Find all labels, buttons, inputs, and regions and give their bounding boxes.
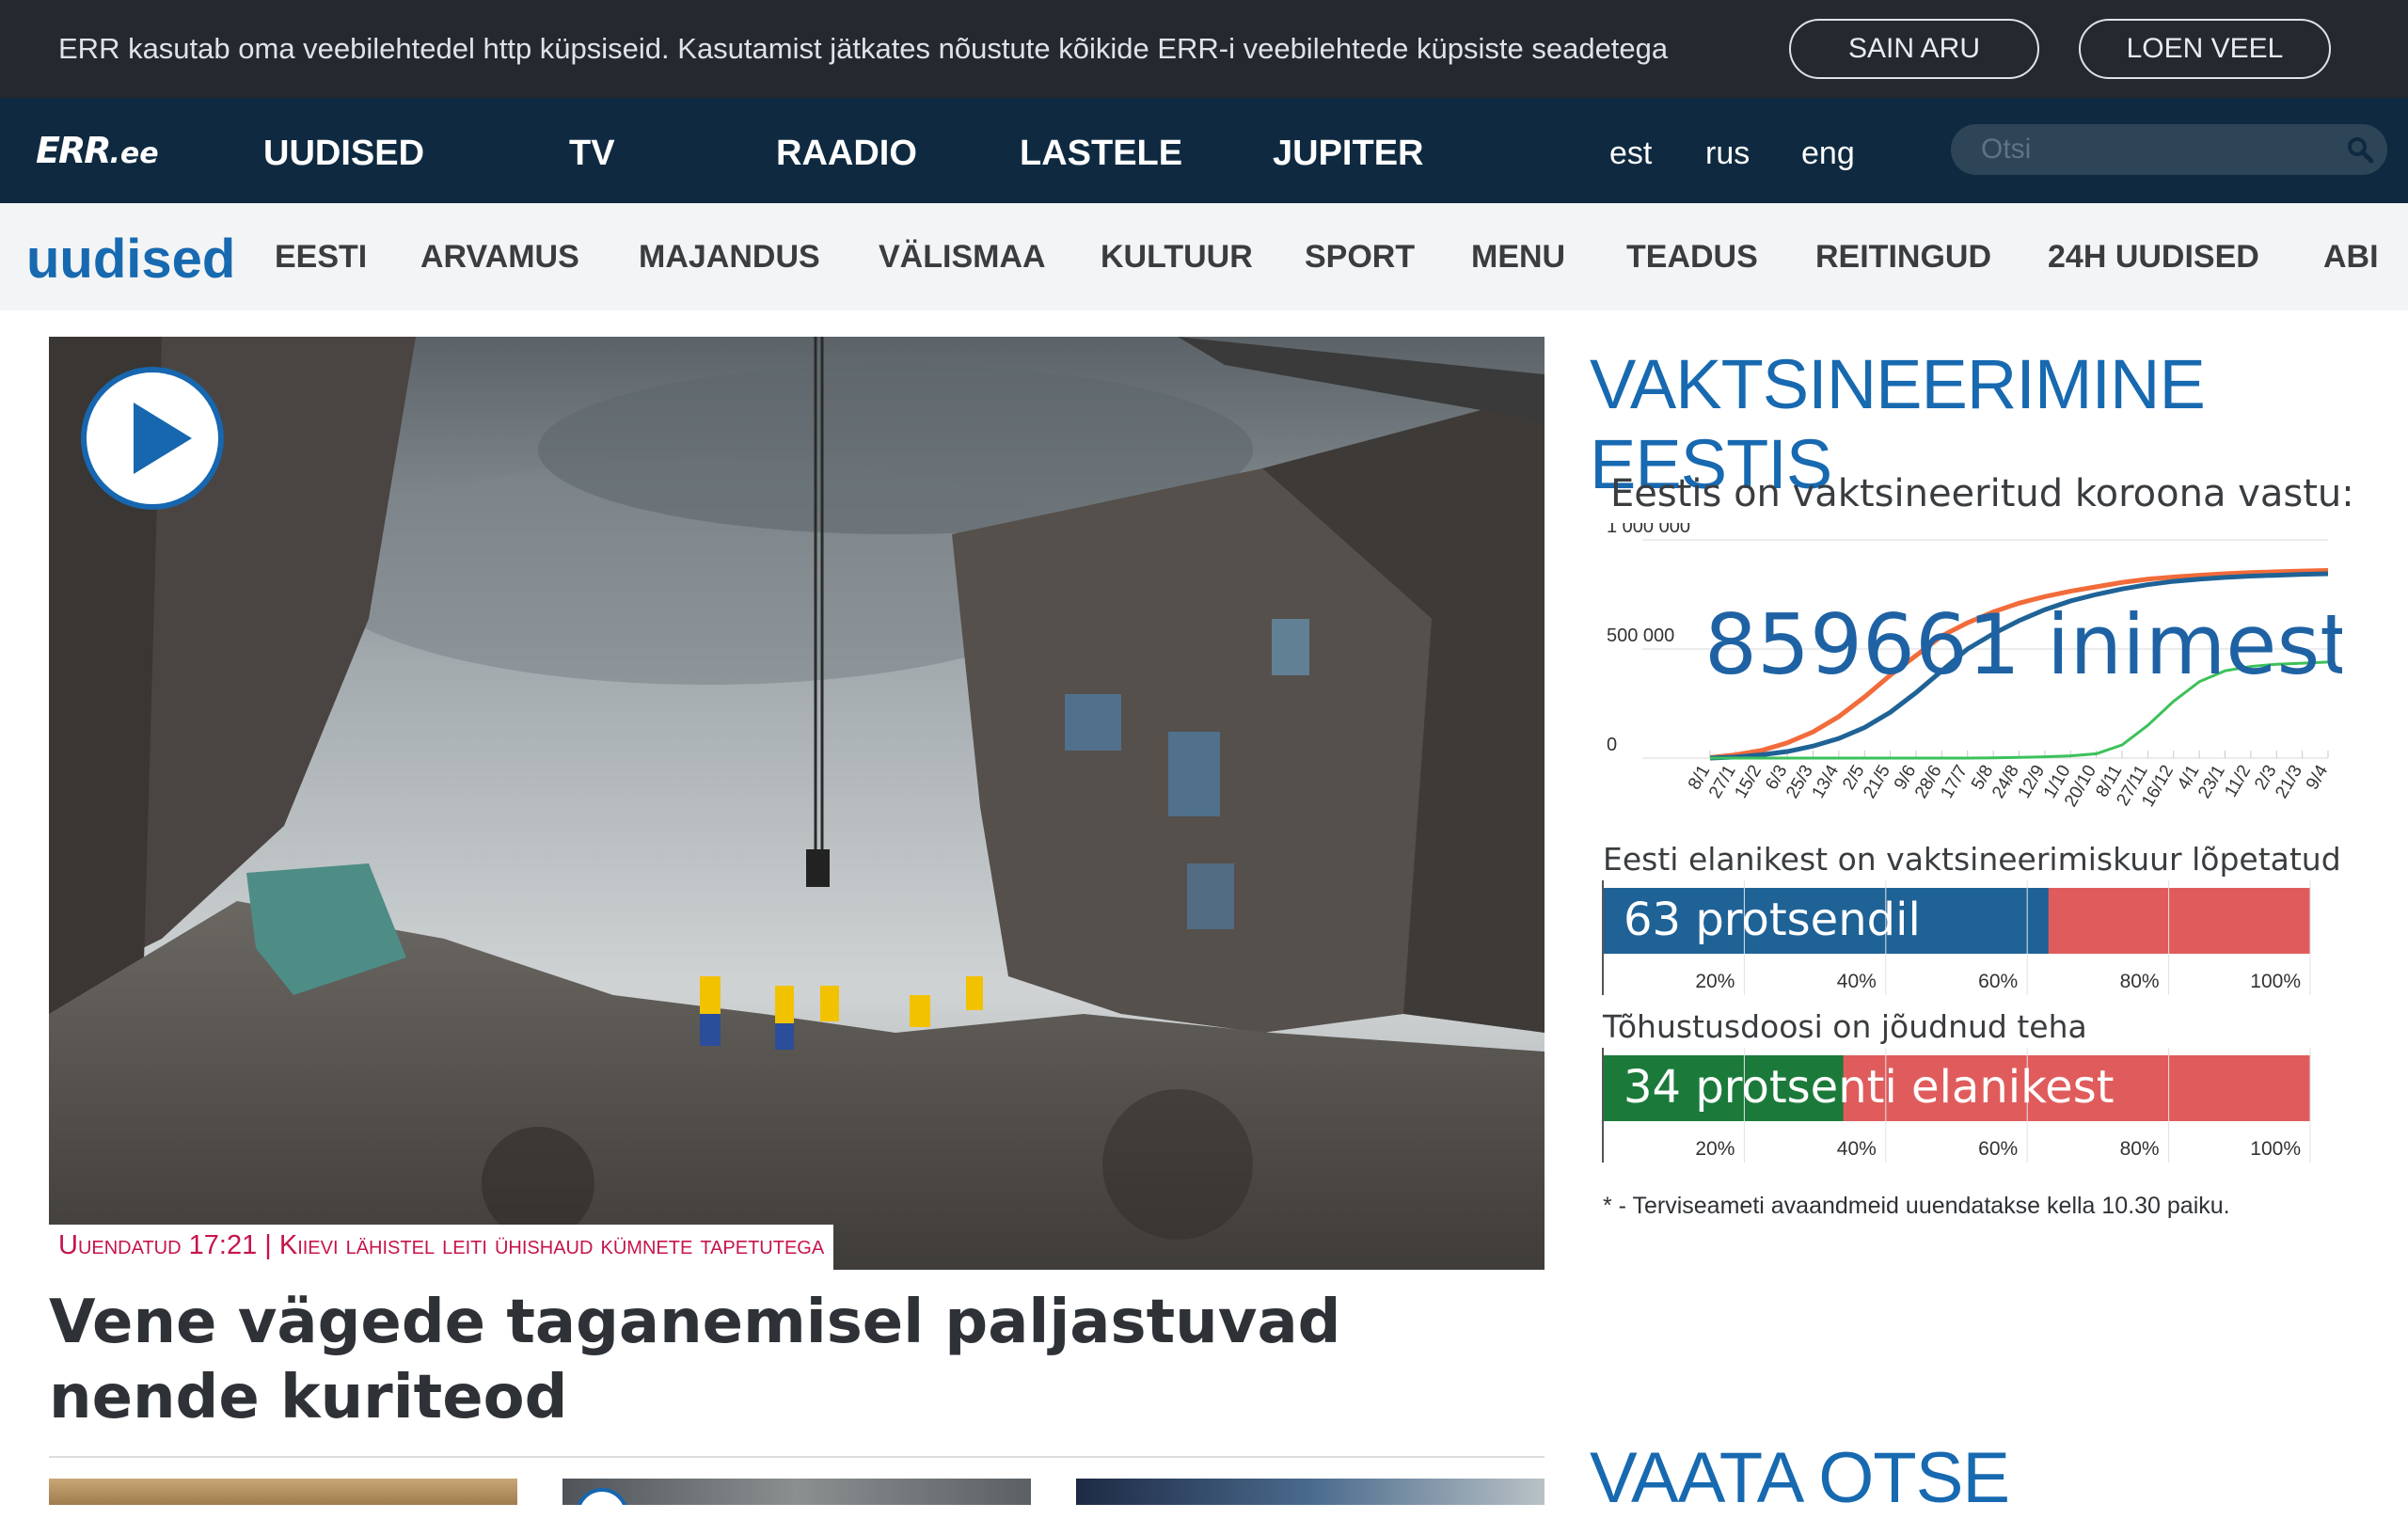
nav-item-uudised[interactable]: UUDISED (263, 134, 424, 174)
course-bar-tick-label: 60% (1978, 971, 2018, 992)
content-divider (49, 1456, 1545, 1458)
section-item-kultuur[interactable]: KULTUUR (1101, 239, 1253, 276)
x-tick-label: 9/4 (2303, 762, 2333, 794)
section-item-eesti[interactable]: EESTI (275, 239, 367, 276)
x-tick-label: 24/8 (1988, 762, 2023, 802)
course-completed-label: Eesti elanikest on vaktsineerimiskuur lõ… (1603, 841, 2341, 878)
course-bar-tick-label: 80% (2120, 971, 2160, 992)
thumbnail-play-icon (576, 1488, 628, 1505)
booster-bar-tick-label: 100% (2250, 1138, 2301, 1160)
y-tick-label: 500 000 (1607, 625, 1674, 646)
course-bar-tick-label: 40% (1837, 971, 1877, 992)
language-est[interactable]: est (1609, 135, 1652, 172)
course-bar-tick-label: 20% (1695, 971, 1735, 992)
vaccination-subtitle: Eestis on vaktsineeritud koroona vastu: (1610, 472, 2354, 515)
x-tick-label: 23/1 (2194, 762, 2229, 802)
y-tick-label: 0 (1607, 735, 1617, 755)
section-item-valismaa[interactable]: VÄLISMAA (879, 239, 1046, 276)
nav-item-jupiter[interactable]: JUPITER (1273, 134, 1423, 174)
x-tick-label: 12/9 (2015, 762, 2050, 802)
booster-bar-value-label: 34 protsenti elanikest (1624, 1061, 2115, 1114)
course-completed-bar-chart: 20% 40% 60% 80% 100% 63 protsendil (1602, 880, 2311, 995)
section-item-teadus[interactable]: TEADUS (1626, 239, 1758, 276)
video-play-button[interactable] (81, 367, 224, 510)
search-box (1951, 124, 2387, 175)
booster-dose-label: Tõhustusdoosi on jõudnud teha (1603, 1008, 2087, 1045)
section-item-sport[interactable]: SPORT (1305, 239, 1415, 276)
search-input[interactable] (1981, 134, 2329, 166)
article-thumbnail-1[interactable] (49, 1479, 517, 1505)
nav-item-raadio[interactable]: RAADIO (776, 134, 917, 174)
nav-item-tv[interactable]: TV (569, 134, 615, 174)
vaccination-footnote: * - Terviseameti avaandmeid uuendatakse … (1603, 1193, 2230, 1219)
booster-bar-tick-label: 80% (2120, 1138, 2160, 1160)
main-navigation: ERR .ee UUDISED TV RAADIO LASTELE JUPITE… (0, 98, 2408, 203)
booster-bar-tick-label: 40% (1837, 1138, 1877, 1160)
section-navigation: uudised EESTI ARVAMUS MAJANDUS VÄLISMAA … (0, 203, 2408, 310)
x-tick-label: 25/3 (1782, 762, 1817, 802)
hero-photo (49, 337, 1545, 1270)
search-icon[interactable] (2346, 135, 2374, 164)
language-rus[interactable]: rus (1705, 135, 1750, 172)
hero-article-image[interactable]: Uuendatud 17:21 | Kiievi lähistel leiti … (49, 337, 1545, 1270)
course-bar-tick-label: 100% (2250, 971, 2301, 992)
cookie-accept-button[interactable]: SAIN ARU (1789, 19, 2039, 79)
cookie-read-more-button[interactable]: LOEN VEEL (2079, 19, 2331, 79)
hero-caption[interactable]: Uuendatud 17:21 | Kiievi lähistel leiti … (49, 1225, 834, 1270)
section-item-24h-uudised[interactable]: 24H UUDISED (2048, 239, 2259, 276)
section-item-reitingud[interactable]: REITINGUD (1815, 239, 1991, 276)
section-item-menu[interactable]: MENU (1471, 239, 1565, 276)
play-icon (134, 403, 192, 474)
x-tick-label: 27/1 (1705, 762, 1740, 802)
err-logo[interactable]: ERR .ee (36, 130, 159, 171)
watch-live-title[interactable]: VAATA OTSE (1590, 1437, 2010, 1519)
x-tick-label: 28/6 (1911, 762, 1946, 802)
x-tick-label: 21/3 (2272, 762, 2306, 802)
article-thumbnail-3[interactable] (1076, 1479, 1545, 1505)
x-tick-label: 17/7 (1937, 762, 1972, 802)
x-tick-label: 11/2 (2221, 762, 2255, 800)
x-tick-label: 13/4 (1809, 762, 1844, 802)
cookie-banner: ERR kasutab oma veebilehtedel http küpsi… (0, 0, 2408, 98)
section-item-arvamus[interactable]: ARVAMUS (420, 239, 579, 276)
article-thumbnail-2[interactable] (562, 1479, 1031, 1505)
nav-item-lastele[interactable]: LASTELE (1020, 134, 1182, 174)
x-tick-label: 21/5 (1860, 762, 1894, 802)
logo-err-text: ERR (36, 130, 111, 171)
vaccinated-total-annotation: 859661 inimest (1704, 596, 2342, 693)
section-title-uudised[interactable]: uudised (26, 228, 235, 291)
cookie-message: ERR kasutab oma veebilehtedel http küpsi… (58, 32, 1669, 65)
course-bar-value-label: 63 protsendil (1624, 894, 1921, 946)
booster-bar-tick-label: 20% (1695, 1138, 1735, 1160)
language-eng[interactable]: eng (1801, 135, 1855, 172)
vaccination-line-chart: 0500 0001 000 0008/127/115/26/325/313/42… (1607, 523, 2342, 811)
booster-dose-bar-chart: 20% 40% 60% 80% 100% 34 protsenti elanikest (1602, 1048, 2311, 1163)
logo-ee-text: .ee (109, 137, 159, 170)
y-tick-label: 1 000 000 (1607, 523, 1690, 537)
booster-bar-tick-label: 60% (1978, 1138, 2018, 1160)
section-item-abi[interactable]: ABI (2323, 239, 2379, 276)
x-tick-label: 15/2 (1731, 762, 1766, 802)
section-item-majandus[interactable]: MAJANDUS (639, 239, 820, 276)
hero-headline[interactable]: Vene vägede taganemisel paljastuvad nend… (49, 1285, 1516, 1435)
